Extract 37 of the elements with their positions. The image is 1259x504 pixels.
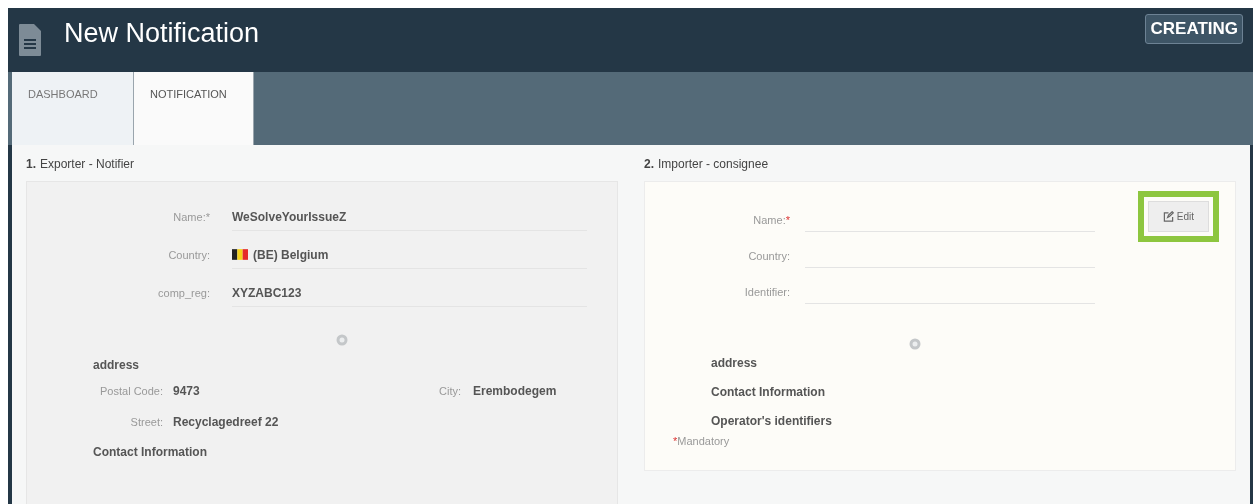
field-label: Street:: [129, 415, 164, 430]
field-value: Erembodegem: [473, 383, 557, 400]
tab[interactable]: NOTIFICATION: [134, 72, 254, 145]
toggle-icon[interactable]: [909, 338, 921, 350]
field-label: Name:: [753, 212, 786, 228]
page-title: New Notification: [64, 19, 260, 47]
field-value: XYZABC123: [232, 279, 587, 307]
field-label: Name:*: [172, 209, 211, 225]
field-value: WeSolveYourIssueZ: [232, 203, 587, 231]
subsection-heading: Contact Information: [93, 444, 208, 461]
status-badge: CREATING: [1145, 14, 1243, 44]
subsection-heading: Operator's identifiers: [711, 413, 833, 430]
edit-button[interactable]: Edit: [1147, 201, 1209, 232]
tab[interactable]: DASHBOARD: [12, 72, 134, 145]
section-title: Exporter - Notifier: [40, 156, 135, 173]
field-value: 9473: [173, 383, 201, 400]
field-label: City:: [438, 383, 462, 399]
document-icon: [18, 23, 42, 57]
subsection-heading: address: [711, 355, 759, 372]
section-number: 1.: [26, 156, 36, 173]
section-number: 2.: [644, 156, 654, 173]
toggle-icon[interactable]: [336, 334, 348, 346]
mandatory-note: Mandatory: [677, 434, 730, 449]
field-label: Country:: [748, 248, 790, 264]
field-label: Identifier:: [744, 284, 790, 300]
subsection-heading: address: [93, 358, 140, 372]
section-title: Importer - consignee: [658, 156, 769, 173]
field-label: Country:: [167, 247, 211, 263]
required-mark: *: [673, 434, 678, 449]
field-label: Postal Code:: [99, 383, 164, 399]
flag-icon: [232, 249, 248, 260]
field-label: comp_reg:: [157, 285, 211, 301]
required-mark: *: [785, 212, 790, 228]
field-value: (BE) Belgium: [232, 241, 587, 269]
field-value: Recyclagedreef 22: [173, 414, 280, 431]
subsection-heading: Contact Information: [711, 384, 826, 401]
edit-icon: [1162, 211, 1174, 222]
